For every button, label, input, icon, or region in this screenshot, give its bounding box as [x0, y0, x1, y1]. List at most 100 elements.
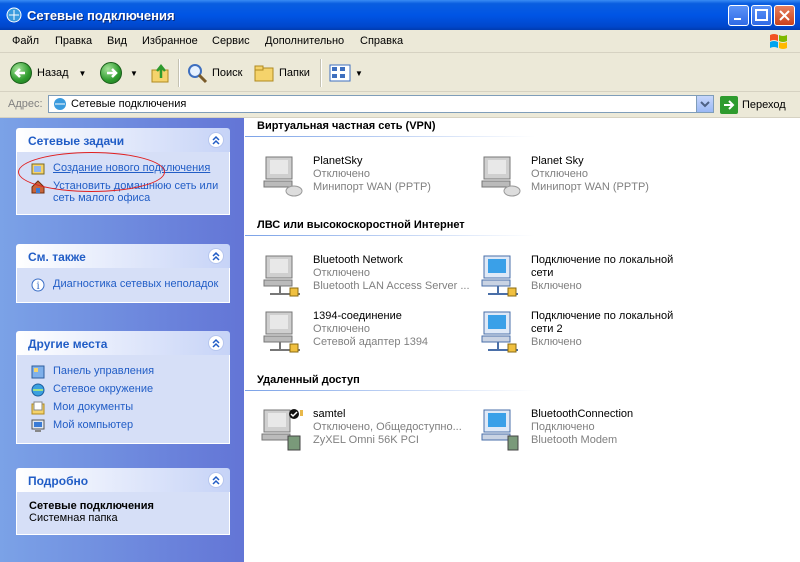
search-button[interactable]: Поиск: [186, 61, 242, 85]
collapse-icon[interactable]: [208, 248, 224, 264]
close-icon: [779, 10, 790, 21]
connection-device: Минипорт WAN (PPTP): [313, 181, 431, 193]
group-divider: [245, 390, 535, 391]
chevron-down-icon: [700, 101, 710, 108]
address-bar: Адрес: Сетевые подключения Переход: [0, 92, 800, 118]
connection-status: Включено: [531, 336, 582, 348]
svg-text:i: i: [37, 281, 40, 292]
highlight-annotation: [18, 152, 165, 192]
my-computer-link[interactable]: Мой компьютер: [17, 419, 229, 433]
network-connections-icon: [54, 98, 66, 110]
menu-advanced[interactable]: Дополнительно: [265, 35, 344, 47]
collapse-icon[interactable]: [208, 472, 224, 488]
info-icon: i: [31, 278, 45, 292]
folders-label: Папки: [279, 67, 310, 79]
windows-logo-icon: [770, 34, 787, 49]
collapse-icon[interactable]: [208, 335, 224, 351]
vpn-connection-icon: [481, 156, 521, 197]
group-title-lan: ЛВС или высокоскоростной Интернет: [257, 219, 465, 231]
dialup-connection-icon: [261, 409, 303, 451]
group-divider: [245, 136, 535, 137]
other-places-title: Другие места: [28, 337, 108, 351]
minimize-icon: [734, 18, 741, 20]
folders-button[interactable]: Папки: [253, 61, 310, 85]
other-places-header[interactable]: Другие места: [16, 331, 230, 355]
connection-status: Отключено: [313, 323, 370, 335]
connection-device: Bluetooth Modem: [531, 434, 618, 446]
see-also-panel: См. также i Диагностика сетевых неполадо…: [16, 244, 230, 303]
details-header[interactable]: Подробно: [16, 468, 230, 492]
diagnose-network-link[interactable]: i Диагностика сетевых неполадок: [17, 278, 229, 292]
connection-name: BluetoothConnection: [531, 408, 634, 420]
menu-file[interactable]: Файл: [12, 35, 39, 47]
control-panel-link[interactable]: Панель управления: [17, 365, 229, 379]
details-name: Сетевые подключения: [29, 500, 154, 512]
my-documents-link[interactable]: Мои документы: [17, 401, 229, 415]
connection-item[interactable]: samtel Отключено, Общедоступно... ZyXEL …: [260, 408, 470, 452]
connection-status: Отключено: [313, 267, 370, 279]
group-divider: [245, 235, 535, 236]
connection-status: Подключено: [531, 421, 595, 433]
network-places-link[interactable]: Сетевое окружение: [17, 383, 229, 397]
connection-device: Минипорт WAN (PPTP): [531, 181, 649, 193]
other-places-panel: Другие места Панель управления Сетевое о…: [16, 331, 230, 444]
menu-view[interactable]: Вид: [107, 35, 127, 47]
search-icon: [188, 64, 208, 84]
maximize-button[interactable]: [751, 5, 772, 26]
forward-arrow-icon: [100, 62, 122, 84]
connection-item[interactable]: 1394-соединение Отключено Сетевой адапте…: [260, 310, 470, 354]
back-button[interactable]: Назад ▼: [10, 61, 86, 85]
title-bar: Сетевые подключения: [0, 0, 800, 30]
connection-name: Подключение по локальной сети: [531, 254, 674, 279]
back-label: Назад: [37, 67, 69, 79]
connection-item[interactable]: Подключение по локальной сети Включено: [478, 254, 688, 298]
network-tasks-title: Сетевые задачи: [28, 134, 125, 148]
forward-dropdown-icon[interactable]: ▼: [130, 69, 138, 78]
connection-status: Отключено: [313, 168, 370, 180]
connection-item[interactable]: Подключение по локальной сети 2 Включено: [478, 310, 688, 354]
menu-favorites[interactable]: Избранное: [142, 35, 198, 47]
lan-enabled-icon: [481, 311, 518, 353]
group-title-dialup: Удаленный доступ: [257, 374, 360, 386]
lan-disabled-icon: [263, 311, 300, 353]
toolbar: Назад ▼ ▼ Поиск Папки ▼: [0, 53, 800, 92]
go-label: Переход: [742, 99, 786, 111]
up-folder-button[interactable]: [150, 61, 172, 85]
connection-item[interactable]: Planet Sky Отключено Минипорт WAN (PPTP): [478, 155, 688, 199]
back-dropdown-icon[interactable]: ▼: [79, 69, 87, 78]
maximize-icon: [755, 9, 768, 21]
network-places-icon: [31, 383, 45, 397]
go-arrow-icon: [720, 96, 738, 114]
network-tasks-header[interactable]: Сетевые задачи: [16, 128, 230, 152]
address-dropdown-button[interactable]: [696, 96, 713, 112]
menu-tools[interactable]: Сервис: [212, 35, 250, 47]
vpn-connection-icon: [263, 156, 303, 197]
go-button[interactable]: Переход: [720, 96, 786, 114]
connection-device: Bluetooth LAN Access Server ...: [313, 280, 470, 292]
menu-help[interactable]: Справка: [360, 35, 403, 47]
menu-edit[interactable]: Правка: [55, 35, 92, 47]
minimize-button[interactable]: [728, 5, 749, 26]
forward-button[interactable]: ▼: [100, 61, 138, 85]
bluetooth-dialup-icon: [481, 409, 519, 451]
see-also-header[interactable]: См. также: [16, 244, 230, 268]
network-connections-icon: [6, 7, 22, 23]
close-button[interactable]: [774, 5, 795, 26]
connection-item[interactable]: BluetoothConnection Подключено Bluetooth…: [478, 408, 688, 452]
address-field[interactable]: Сетевые подключения: [48, 95, 714, 113]
window-title: Сетевые подключения: [27, 8, 175, 23]
address-value: Сетевые подключения: [71, 98, 187, 110]
search-label: Поиск: [212, 67, 243, 79]
connection-name: Подключение по локальной сети 2: [531, 310, 674, 335]
views-button[interactable]: ▼: [329, 61, 363, 85]
connection-item[interactable]: PlanetSky Отключено Минипорт WAN (PPTP): [260, 155, 470, 199]
my-documents-icon: [31, 401, 45, 415]
connection-name: samtel: [313, 408, 346, 420]
lan-enabled-icon: [481, 255, 518, 297]
views-dropdown-icon: ▼: [355, 68, 363, 78]
control-panel-icon: [31, 365, 45, 379]
connection-name: Bluetooth Network: [313, 254, 403, 266]
connection-name: 1394-соединение: [313, 310, 402, 322]
collapse-icon[interactable]: [208, 132, 224, 148]
connection-item[interactable]: Bluetooth Network Отключено Bluetooth LA…: [260, 254, 470, 298]
